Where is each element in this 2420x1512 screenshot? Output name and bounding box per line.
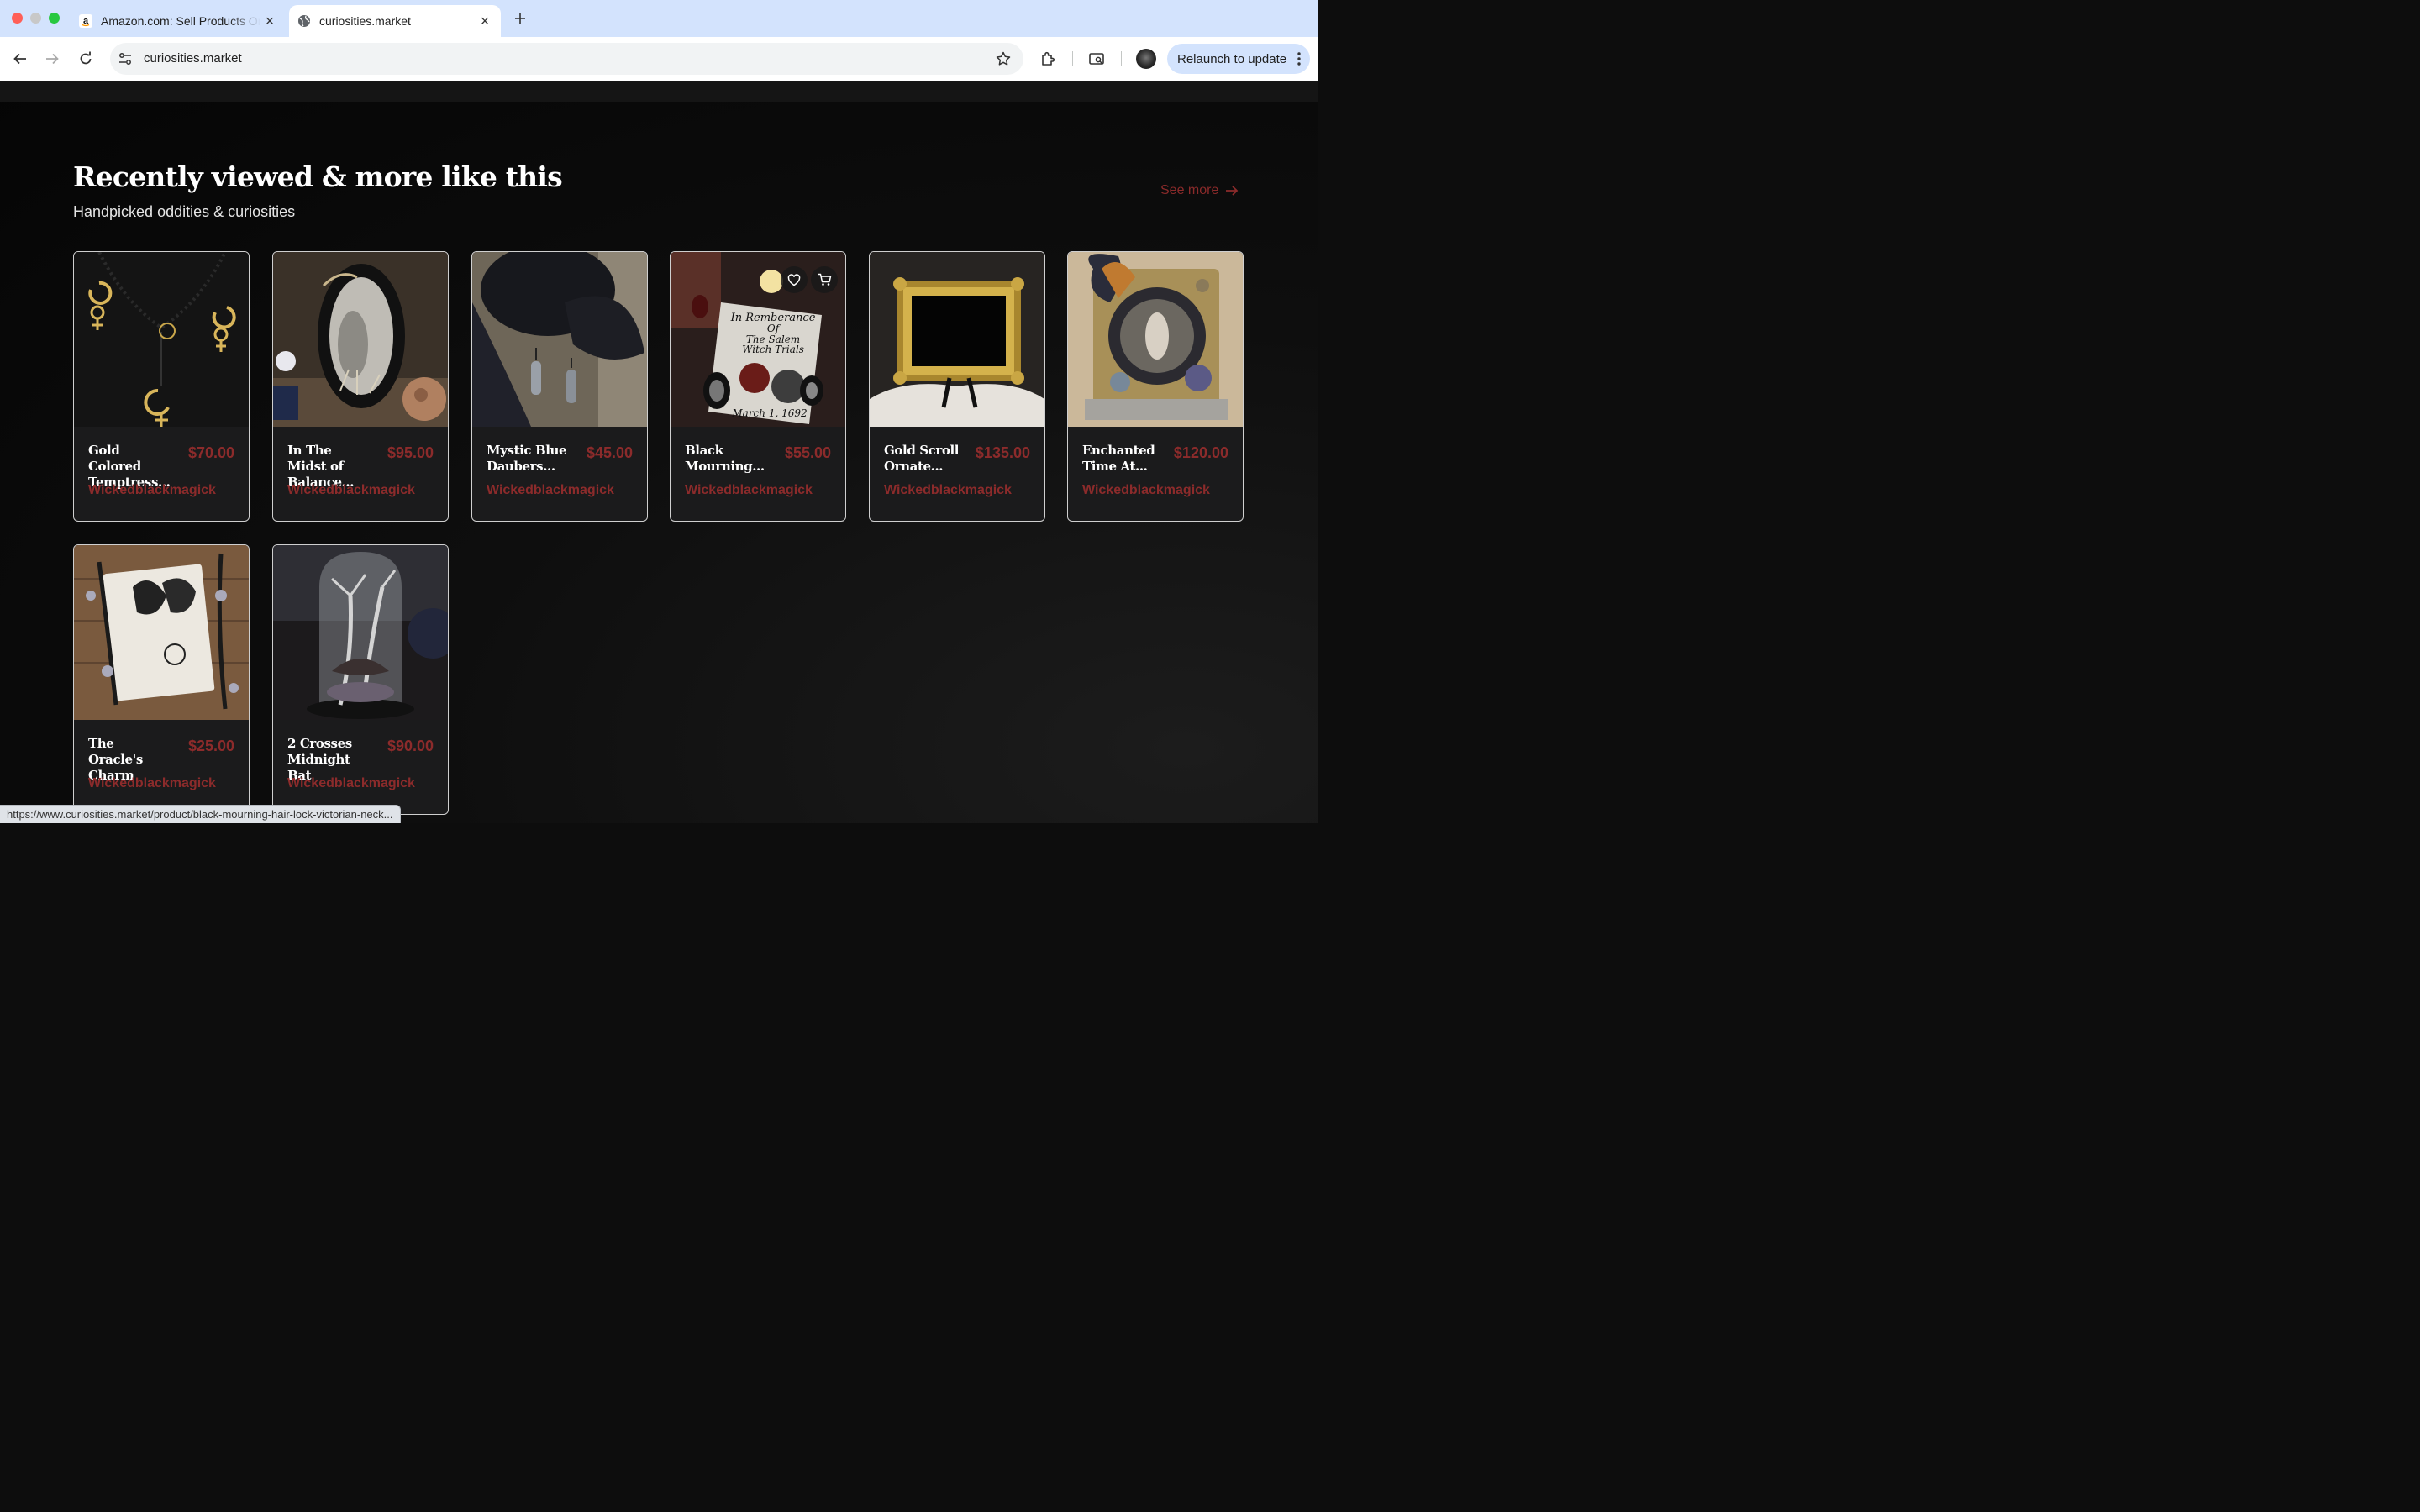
reload-button[interactable] (75, 48, 97, 70)
close-icon[interactable]: × (476, 12, 494, 30)
svg-text:a: a (83, 16, 89, 26)
product-card[interactable]: Mystic Blue Daubers... $45.00 Wickedblac… (471, 251, 648, 522)
profile-avatar[interactable] (1136, 49, 1156, 69)
more-vertical-icon[interactable] (1297, 50, 1302, 67)
tab-curiosities[interactable]: curiosities.market × (289, 5, 501, 37)
product-title[interactable]: Black Mourning... (685, 443, 769, 475)
product-card[interactable]: In Remberance Of The Salem Witch Trials … (670, 251, 846, 522)
product-price: $45.00 (586, 444, 633, 461)
address-bar[interactable]: curiosities.market (110, 43, 1023, 75)
product-title[interactable]: Mystic Blue Daubers... (487, 443, 571, 475)
site-header-bar (0, 81, 1318, 102)
tab-title: curiosities.market (319, 14, 411, 28)
status-bar-url: https://www.curiosities.market/product/b… (0, 805, 401, 823)
seller-link[interactable]: Wickedblackmagick (88, 776, 216, 791)
close-icon[interactable]: × (260, 12, 279, 30)
product-image[interactable] (1068, 252, 1243, 427)
site-settings-icon[interactable] (118, 51, 133, 66)
product-image[interactable] (472, 252, 647, 427)
see-more-label: See more (1160, 183, 1219, 197)
product-image[interactable] (273, 252, 448, 427)
image-text: Witch Trials (742, 344, 804, 355)
product-title[interactable]: Enchanted Time At... (1082, 443, 1166, 475)
back-button[interactable] (9, 48, 31, 70)
relaunch-label: Relaunch to update (1177, 51, 1287, 66)
relaunch-button[interactable]: Relaunch to update (1167, 44, 1310, 74)
page-content: Recently viewed & more like this Handpic… (0, 81, 1318, 823)
see-more-link[interactable]: See more (1160, 183, 1239, 198)
browser-toolbar: curiosities.market Relaunch to update (0, 37, 1318, 81)
heart-icon (787, 273, 801, 286)
section-subtitle: Handpicked oddities & curiosities (73, 203, 296, 220)
arrow-left-icon (13, 53, 26, 65)
seller-link[interactable]: Wickedblackmagick (88, 483, 216, 498)
product-image[interactable] (74, 252, 249, 427)
product-title[interactable]: Gold Scroll Ornate... (884, 443, 968, 475)
new-tab-button[interactable] (509, 8, 531, 29)
product-price: $55.00 (784, 444, 831, 461)
extensions-icon[interactable] (1038, 49, 1058, 69)
product-image[interactable] (870, 252, 1044, 427)
forward-button[interactable] (41, 48, 63, 70)
seller-link[interactable]: Wickedblackmagick (487, 483, 614, 498)
product-price: $25.00 (187, 738, 234, 754)
product-card[interactable]: 2 Crosses Midnight Bat $90.00 Wickedblac… (272, 544, 449, 815)
seller-link[interactable]: Wickedblackmagick (1082, 483, 1210, 498)
tab-strip: a Amazon.com: Sell Products Online × cur… (0, 0, 1318, 37)
amazon-icon: a (79, 14, 92, 28)
seller-link[interactable]: Wickedblackmagick (685, 483, 813, 498)
image-text: March 1, 1692 (731, 407, 807, 419)
seller-link[interactable]: Wickedblackmagick (884, 483, 1012, 498)
product-price: $90.00 (387, 738, 434, 754)
arrow-right-icon (46, 53, 59, 65)
reload-icon (80, 51, 92, 65)
seller-link[interactable]: Wickedblackmagick (287, 776, 415, 791)
product-card[interactable]: Enchanted Time At... $120.00 Wickedblack… (1067, 251, 1244, 522)
window-minimize-button[interactable] (30, 13, 41, 24)
toolbar-divider (1121, 51, 1122, 66)
product-card[interactable]: The Oracle's Charm $25.00 Wickedblackmag… (73, 544, 250, 815)
section-title: Recently viewed & more like this (73, 160, 563, 193)
product-image[interactable] (273, 545, 448, 720)
product-card[interactable]: Gold Colored Temptress... $70.00 Wickedb… (73, 251, 250, 522)
tab-title: Amazon.com: Sell Products Online (101, 14, 260, 28)
seller-link[interactable]: Wickedblackmagick (287, 483, 415, 498)
tab-amazon[interactable]: a Amazon.com: Sell Products Online × (71, 5, 286, 37)
product-price: $70.00 (187, 444, 234, 461)
product-image[interactable] (74, 545, 249, 720)
product-image[interactable]: In Remberance Of The Salem Witch Trials … (671, 252, 845, 427)
globe-icon (297, 14, 311, 28)
product-card[interactable]: In The Midst of Balance... $95.00 Wicked… (272, 251, 449, 522)
window-maximize-button[interactable] (49, 13, 60, 24)
url-text: curiosities.market (144, 51, 242, 66)
product-price: $120.00 (1173, 444, 1228, 461)
product-price: $135.00 (975, 444, 1030, 461)
wishlist-button[interactable] (781, 266, 808, 293)
window-close-button[interactable] (12, 13, 23, 24)
toolbar-divider (1072, 51, 1073, 66)
product-card[interactable]: Gold Scroll Ornate... $135.00 Wickedblac… (869, 251, 1045, 522)
add-to-cart-button[interactable] (811, 266, 838, 293)
product-price: $95.00 (387, 444, 434, 461)
bookmark-star-icon[interactable] (995, 50, 1012, 67)
arrow-right-icon (1226, 186, 1239, 196)
tab-search-icon[interactable] (1086, 49, 1107, 69)
cart-icon (818, 273, 831, 286)
